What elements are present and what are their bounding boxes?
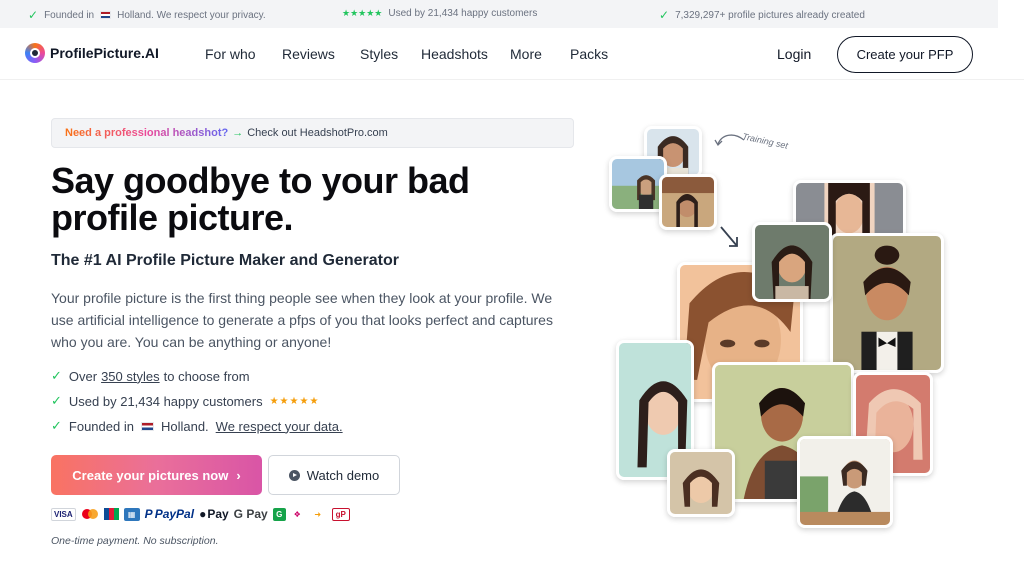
visa-icon: VISA (51, 507, 76, 521)
generated-portrait (830, 233, 944, 373)
check-icon: ✓ (51, 368, 62, 383)
nav-link-packs[interactable]: Packs (570, 46, 608, 62)
login-link[interactable]: Login (777, 46, 811, 62)
nav-link-for-who[interactable]: For who (205, 46, 256, 62)
trust-customers-text: Used by 21,434 happy customers (388, 8, 538, 19)
hero-title-line-1: Say goodbye to your bad (51, 160, 470, 201)
sofort-icon: ➜ (314, 509, 322, 519)
create-pictures-label: Create your pictures now (72, 467, 229, 483)
logo-icon (25, 43, 45, 63)
trust-bar: ✓ Founded in Holland. We respect your pr… (0, 0, 998, 28)
feature-founded-prefix: Founded in (68, 418, 134, 434)
paypal-icon: PayPal (154, 507, 195, 521)
payment-methods: VISA ▦ P PayPal ● Pay G Pay G ❖ ➜ gP (51, 507, 350, 521)
jcb-icon (103, 508, 119, 520)
banner-highlight: Need a professional headshot? (65, 127, 229, 139)
play-icon (288, 469, 300, 481)
giropay-icon: G (272, 507, 286, 521)
styles-link[interactable]: 350 styles (101, 369, 160, 384)
trust-created-text: 7,329,297+ profile pictures already crea… (675, 9, 865, 21)
star-rating-icon: ★★★★★ (269, 395, 320, 407)
payment-note: One-time payment. No subscription. (51, 535, 219, 547)
hero-description: Your profile picture is the first thing … (51, 290, 553, 350)
trust-item-founded: ✓ Founded in Holland. We respect your pr… (28, 8, 266, 22)
check-icon: ✓ (659, 8, 670, 22)
feature-styles-prefix: Over (68, 368, 98, 384)
hero-subtitle: The #1 AI Profile Picture Maker and Gene… (51, 252, 399, 269)
feature-founded: ✓ Founded in Holland. We respect your da… (51, 418, 343, 434)
check-icon: ✓ (51, 393, 62, 408)
trust-founded-suffix: Holland. We respect your privacy. (117, 9, 266, 21)
mastercard-icon (81, 508, 99, 520)
nav-link-reviews[interactable]: Reviews (282, 46, 335, 62)
hero-title-line-2: profile picture. (51, 197, 294, 238)
google-pay-icon: G Pay (233, 507, 268, 521)
trust-item-created: ✓ 7,329,297+ profile pictures already cr… (659, 8, 865, 22)
arrow-down-right-icon (720, 226, 738, 247)
main-navigation: ProfilePicture.AI For who Reviews Styles… (0, 28, 1024, 80)
logo-text: ProfilePicture.AI (50, 45, 159, 61)
feature-customers: ✓ Used by 21,434 happy customers ★★★★★ (51, 393, 319, 409)
check-icon: ✓ (28, 8, 39, 22)
headshot-promo-banner[interactable]: Need a professional headshot? → Check ou… (51, 118, 574, 148)
training-set-label: Training set (741, 131, 789, 151)
trust-founded-prefix: Founded in (44, 9, 95, 21)
netherlands-flag-icon (100, 11, 112, 19)
create-pfp-button[interactable]: Create your PFP (837, 36, 973, 73)
arrow-right-icon: → (232, 127, 244, 139)
watch-demo-label: Watch demo (306, 467, 380, 483)
feature-customers-text: Used by 21,434 happy customers (68, 393, 263, 409)
feature-founded-suffix: Holland. (160, 418, 209, 434)
generated-portrait (752, 222, 832, 302)
generated-portrait (797, 436, 893, 528)
apple-icon: ● (199, 507, 207, 521)
feature-styles: ✓ Over 350 styles to choose from (51, 368, 250, 384)
star-rating-icon: ★★★★★ (342, 8, 383, 18)
chevron-right-icon: › (236, 467, 241, 483)
site-logo[interactable]: ProfilePicture.AI (25, 43, 159, 63)
generated-portrait (667, 449, 735, 517)
bancontact-icon: ❖ (293, 509, 301, 519)
apple-pay-icon: Pay (207, 507, 229, 521)
hero-title: Say goodbye to your bad profile picture. (51, 162, 571, 236)
amex-icon: ▦ (123, 507, 140, 521)
banner-link[interactable]: Check out HeadshotPro.com (247, 127, 388, 139)
nav-link-more[interactable]: More (510, 46, 542, 62)
feature-styles-suffix: to choose from (163, 368, 250, 384)
training-photo (659, 174, 717, 230)
trust-item-customers: ★★★★★ Used by 21,434 happy customers (342, 8, 537, 19)
netherlands-flag-icon (140, 421, 154, 431)
paypal-p-icon: P (144, 507, 153, 521)
nav-link-headshots[interactable]: Headshots (421, 46, 488, 62)
create-pictures-button[interactable]: Create your pictures now › (51, 455, 262, 495)
check-icon: ✓ (51, 418, 62, 433)
watch-demo-button[interactable]: Watch demo (268, 455, 400, 495)
grabpay-icon: gP (331, 507, 350, 521)
nav-link-styles[interactable]: Styles (360, 46, 398, 62)
privacy-link[interactable]: We respect your data. (216, 419, 343, 434)
